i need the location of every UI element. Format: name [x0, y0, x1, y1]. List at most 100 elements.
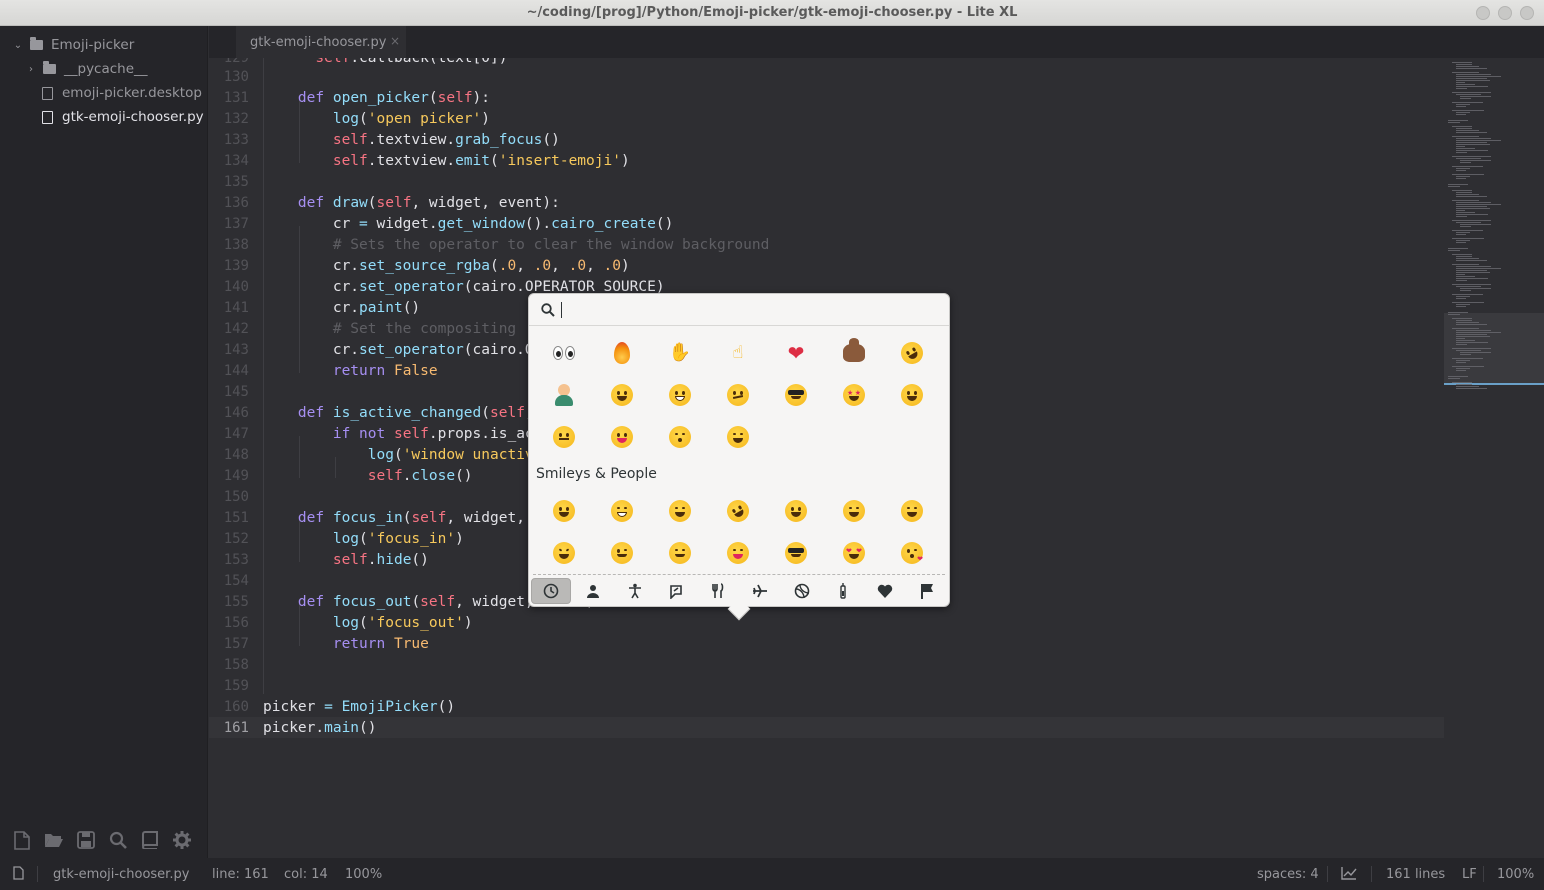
- minimap-line: [1452, 166, 1483, 167]
- minimap-line: [1456, 278, 1488, 279]
- emoji-confused-face[interactable]: [709, 374, 767, 416]
- emoji-savoring-food[interactable]: [593, 416, 651, 458]
- find-icon[interactable]: [108, 830, 128, 850]
- minimap-line: [1456, 306, 1466, 307]
- status-indent[interactable]: spaces: 4: [1257, 867, 1319, 882]
- minimap-line: [1452, 136, 1479, 137]
- emoji-rolling-laughing[interactable]: [709, 490, 767, 532]
- emoji-savoring-food[interactable]: [709, 532, 767, 574]
- emoji-point-up[interactable]: ☝: [709, 332, 767, 374]
- emoji-grinning-squinting[interactable]: [535, 532, 593, 574]
- emoji-grinning-big-eyes[interactable]: [883, 374, 941, 416]
- emoji-star-struck[interactable]: ★ ★: [825, 374, 883, 416]
- book-icon[interactable]: [140, 830, 160, 850]
- minimap-line: [1456, 334, 1487, 335]
- emoji-man-facepalming[interactable]: [535, 374, 593, 416]
- minimap-line: [1448, 250, 1460, 251]
- minimap-line: [1456, 206, 1487, 207]
- status-eol[interactable]: LF: [1462, 867, 1477, 882]
- code-line-current: 161 picker.main(): [209, 717, 1444, 738]
- save-icon[interactable]: [76, 830, 96, 850]
- emoji-search-input[interactable]: [568, 302, 928, 317]
- open-folder-icon[interactable]: [44, 830, 64, 850]
- category-food[interactable]: [698, 578, 738, 604]
- emoji-red-heart[interactable]: ❤: [767, 332, 825, 374]
- emoji-beaming-face[interactable]: [593, 490, 651, 532]
- emoji-kissing-closed-eyes[interactable]: [651, 416, 709, 458]
- emoji-pile-of-poo[interactable]: [825, 332, 883, 374]
- minimap-line: [1460, 160, 1491, 161]
- settings-icon[interactable]: [172, 830, 192, 850]
- minimap[interactable]: [1444, 58, 1544, 858]
- emoji-fire[interactable]: [593, 332, 651, 374]
- emoji-chooser-popover: ✋ ☝ ❤ ★ ★ Smileys & People ❤ ❤ ❤: [528, 293, 950, 607]
- minimap-line: [1456, 260, 1487, 261]
- minimap-line: [1448, 184, 1468, 185]
- emoji-grinning-big-eyes[interactable]: [767, 490, 825, 532]
- code-line: 156 log('focus_out'): [223, 614, 473, 631]
- emoji-sunglasses[interactable]: [767, 532, 825, 574]
- emoji-rolling-laughing[interactable]: [883, 332, 941, 374]
- emoji-eyes[interactable]: [535, 332, 593, 374]
- emoji-lying-face[interactable]: [535, 416, 593, 458]
- emoji-ok-hand[interactable]: ✋: [651, 332, 709, 374]
- minimap-line: [1460, 98, 1471, 99]
- emoji-sunglasses[interactable]: [767, 374, 825, 416]
- code-line: 160 picker = EmojiPicker(): [223, 698, 456, 715]
- new-file-icon[interactable]: [12, 830, 32, 850]
- tree-item-desktop-file[interactable]: emoji-picker.desktop: [42, 81, 202, 105]
- category-body[interactable]: [615, 578, 655, 604]
- section-label-smileys-people: Smileys & People: [536, 466, 657, 482]
- minimap-line: [1456, 286, 1481, 287]
- emoji-winking-face[interactable]: [593, 532, 651, 574]
- travel-places-icon: [752, 584, 767, 598]
- maximize-button[interactable]: [1498, 6, 1512, 20]
- close-tab-icon[interactable]: ×: [390, 34, 400, 48]
- category-smileys-people[interactable]: [573, 578, 613, 604]
- emoji-grinning-smiling-eyes[interactable]: [825, 490, 883, 532]
- emoji-tears-of-joy[interactable]: [593, 374, 651, 416]
- category-activities[interactable]: [782, 578, 822, 604]
- minimap-line: [1452, 92, 1491, 93]
- category-objects[interactable]: [823, 578, 863, 604]
- minimap-line: [1456, 88, 1467, 89]
- minimap-line: [1456, 168, 1470, 169]
- emoji-heart-eyes[interactable]: ❤ ❤: [825, 532, 883, 574]
- animals-nature-icon: [670, 585, 683, 599]
- window-titlebar[interactable]: ~/coding/[prog]/Python/Emoji-picker/gtk-…: [0, 0, 1544, 26]
- minimap-line: [1452, 358, 1483, 359]
- minimap-line: [1456, 94, 1481, 95]
- minimap-line: [1456, 104, 1470, 105]
- emoji-grinning-face[interactable]: [535, 490, 593, 532]
- emoji-search-row[interactable]: [529, 294, 949, 326]
- minimap-line: [1456, 132, 1487, 133]
- minimap-line: [1460, 96, 1491, 97]
- emoji-face-blowing-kiss[interactable]: ❤: [883, 532, 941, 574]
- tree-root-folder[interactable]: ⌄ Emoji-picker: [12, 33, 134, 57]
- category-nature[interactable]: [656, 578, 696, 604]
- tab-gtk-emoji-chooser[interactable]: gtk-emoji-chooser.py ×: [236, 26, 406, 58]
- minimap-line: [1456, 196, 1487, 197]
- category-symbols[interactable]: [865, 578, 905, 604]
- category-travel[interactable]: [740, 578, 780, 604]
- code-line: 135: [223, 173, 249, 190]
- minimize-button[interactable]: [1476, 6, 1490, 20]
- emoji-smiling-eyes[interactable]: [651, 532, 709, 574]
- emoji-grinning-sweat[interactable]: [883, 490, 941, 532]
- category-recent[interactable]: [531, 578, 571, 604]
- emoji-tears-of-joy[interactable]: [651, 490, 709, 532]
- minimap-line: [1456, 270, 1487, 271]
- close-window-button[interactable]: [1520, 6, 1534, 20]
- minimap-line: [1452, 62, 1472, 63]
- status-zoom-right: 100%: [1497, 867, 1535, 882]
- minimap-line: [1456, 150, 1488, 151]
- line-chart-icon[interactable]: [1341, 866, 1357, 884]
- emoji-beaming-face[interactable]: [651, 374, 709, 416]
- tree-item-pycache[interactable]: › __pycache__: [25, 57, 148, 81]
- emoji-grinning-smiling-eyes[interactable]: [709, 416, 767, 458]
- category-flags[interactable]: [907, 578, 947, 604]
- code-line: 159: [223, 677, 249, 694]
- minimap-line: [1452, 238, 1484, 239]
- minimap-line: [1456, 242, 1466, 243]
- tree-item-py-file[interactable]: gtk-emoji-chooser.py: [42, 105, 204, 129]
